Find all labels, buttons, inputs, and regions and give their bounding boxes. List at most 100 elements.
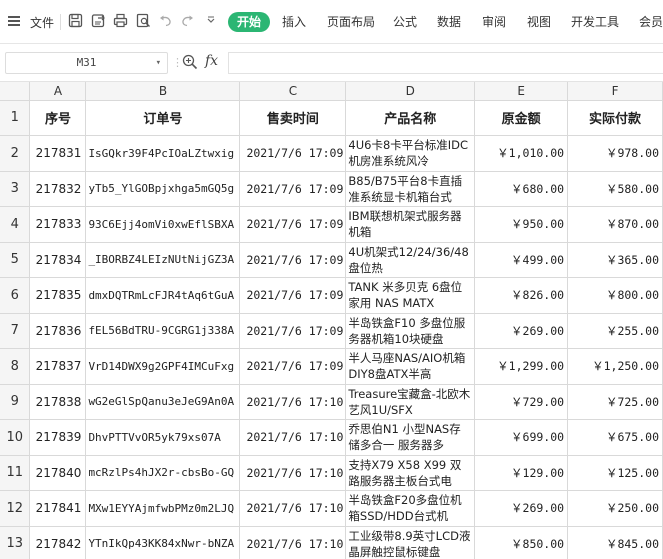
cell-index[interactable]: 217839 bbox=[29, 419, 87, 456]
cell-order-id[interactable]: mcRzlPs4hJX2r-cbsBo-GQ bbox=[85, 455, 241, 491]
cell-actual-payment[interactable]: ￥845.00 bbox=[567, 526, 663, 559]
header-cell-actual-payment[interactable]: 实际付款 bbox=[567, 100, 663, 136]
cell-product-name[interactable]: 工业级带8.9英寸LCD液晶屏触控鼠标键盘 bbox=[345, 526, 476, 559]
row-header[interactable]: 8 bbox=[0, 348, 31, 385]
header-cell-index[interactable]: 序号 bbox=[29, 100, 87, 136]
fx-icon[interactable]: fx bbox=[205, 53, 218, 69]
tab-member[interactable]: 会员专 bbox=[639, 12, 663, 32]
cell-order-id[interactable]: VrD14DWX9g2GPF4IMCuFxg bbox=[85, 348, 241, 385]
formula-input[interactable] bbox=[228, 52, 663, 74]
cell-index[interactable]: 217842 bbox=[29, 526, 87, 559]
cell-product-name[interactable]: 半人马座NAS/AIO机箱DIY8盘ATX半高 bbox=[345, 348, 476, 385]
hamburger-menu-icon[interactable] bbox=[8, 16, 20, 26]
cell-sale-time[interactable]: 2021/7/6 17:09 bbox=[239, 313, 347, 349]
cell-sale-time[interactable]: 2021/7/6 17:10 bbox=[239, 384, 347, 420]
cell-product-name[interactable]: 半岛铁盒F20多盘位机箱SSD/HDD台式机 bbox=[345, 490, 476, 527]
cell-actual-payment[interactable]: ￥675.00 bbox=[567, 419, 663, 456]
cell-actual-payment[interactable]: ￥725.00 bbox=[567, 384, 663, 420]
cell-actual-payment[interactable]: ￥250.00 bbox=[567, 490, 663, 527]
row-header[interactable]: 6 bbox=[0, 277, 31, 314]
cell-index[interactable]: 217838 bbox=[29, 384, 87, 420]
cell-original-amount[interactable]: ￥129.00 bbox=[474, 455, 569, 491]
cell-original-amount[interactable]: ￥499.00 bbox=[474, 242, 569, 278]
header-cell-original-amount[interactable]: 原金额 bbox=[474, 100, 569, 136]
cell-sale-time[interactable]: 2021/7/6 17:10 bbox=[239, 419, 347, 456]
cell-index[interactable]: 217834 bbox=[29, 242, 87, 278]
row-header[interactable]: 13 bbox=[0, 526, 31, 559]
cell-order-id[interactable]: wG2eGlSpQanu3eJeG9An0A bbox=[85, 384, 241, 420]
cell-product-name[interactable]: B85/B75平台8卡直插准系统显卡机箱台式 bbox=[345, 171, 476, 207]
cell-original-amount[interactable]: ￥1,010.00 bbox=[474, 135, 569, 172]
cell-product-name[interactable]: IBM联想机架式服务器机箱 bbox=[345, 206, 476, 243]
cell-order-id[interactable]: fEL56BdTRU-9CGRG1j338A bbox=[85, 313, 241, 349]
row-header[interactable]: 10 bbox=[0, 419, 31, 456]
header-cell-sale-time[interactable]: 售卖时间 bbox=[239, 100, 347, 136]
cell-product-name[interactable]: 半岛铁盒F10 多盘位服务器机箱10块硬盘 bbox=[345, 313, 476, 349]
cell-sale-time[interactable]: 2021/7/6 17:10 bbox=[239, 490, 347, 527]
cell-order-id[interactable]: _IBORBZ4LEIzNUtNijGZ3A bbox=[85, 242, 241, 278]
cell-original-amount[interactable]: ￥850.00 bbox=[474, 526, 569, 559]
row-header[interactable]: 5 bbox=[0, 242, 31, 278]
cell-sale-time[interactable]: 2021/7/6 17:09 bbox=[239, 242, 347, 278]
row-header[interactable]: 9 bbox=[0, 384, 31, 420]
cell-order-id[interactable]: IsGQkr39F4PcIOaLZtwxig bbox=[85, 135, 241, 172]
zoom-icon[interactable] bbox=[182, 54, 198, 70]
cell-original-amount[interactable]: ￥826.00 bbox=[474, 277, 569, 314]
column-header-e[interactable]: E bbox=[474, 82, 569, 101]
cell-index[interactable]: 217837 bbox=[29, 348, 87, 385]
cell-product-name[interactable]: 4U6卡8卡平台标准IDC机房准系统风冷 bbox=[345, 135, 476, 172]
cell-sale-time[interactable]: 2021/7/6 17:09 bbox=[239, 171, 347, 207]
cell-index[interactable]: 217841 bbox=[29, 490, 87, 527]
quick-access-dropdown-icon[interactable] bbox=[203, 13, 218, 29]
tab-data[interactable]: 数据 bbox=[437, 12, 461, 32]
column-header-a[interactable]: A bbox=[29, 82, 87, 101]
tab-developer-tools[interactable]: 开发工具 bbox=[571, 12, 619, 32]
column-header-b[interactable]: B bbox=[85, 82, 241, 101]
cell-actual-payment[interactable]: ￥978.00 bbox=[567, 135, 663, 172]
tab-formulas[interactable]: 公式 bbox=[393, 12, 417, 32]
cell-sale-time[interactable]: 2021/7/6 17:09 bbox=[239, 135, 347, 172]
cell-actual-payment[interactable]: ￥800.00 bbox=[567, 277, 663, 314]
cell-product-name[interactable]: Treasure宝藏盒-北欧木艺风1U/SFX bbox=[345, 384, 476, 420]
cell-actual-payment[interactable]: ￥870.00 bbox=[567, 206, 663, 243]
cell-sale-time[interactable]: 2021/7/6 17:10 bbox=[239, 455, 347, 491]
redo-icon[interactable] bbox=[180, 13, 195, 29]
cell-original-amount[interactable]: ￥950.00 bbox=[474, 206, 569, 243]
chevron-down-icon[interactable]: ▾ bbox=[156, 53, 161, 73]
cell-product-name[interactable]: TANK 米多贝克 6盘位 家用 NAS MATX bbox=[345, 277, 476, 314]
cell-order-id[interactable]: yTb5_YlGOBpjxhga5mGQ5g bbox=[85, 171, 241, 207]
cell-original-amount[interactable]: ￥269.00 bbox=[474, 490, 569, 527]
cell-index[interactable]: 217836 bbox=[29, 313, 87, 349]
cell-index[interactable]: 217832 bbox=[29, 171, 87, 207]
cell-product-name[interactable]: 乔思伯N1 小型NAS存储多合一 服务器多 bbox=[345, 419, 476, 456]
menu-file[interactable]: 文件 bbox=[30, 14, 54, 31]
cell-index[interactable]: 217833 bbox=[29, 206, 87, 243]
cell-actual-payment[interactable]: ￥255.00 bbox=[567, 313, 663, 349]
cell-sale-time[interactable]: 2021/7/6 17:09 bbox=[239, 348, 347, 385]
column-header-d[interactable]: D bbox=[345, 82, 476, 101]
export-icon[interactable] bbox=[91, 13, 106, 29]
cell-original-amount[interactable]: ￥1,299.00 bbox=[474, 348, 569, 385]
cell-sale-time[interactable]: 2021/7/6 17:09 bbox=[239, 277, 347, 314]
cell-index[interactable]: 217835 bbox=[29, 277, 87, 314]
cell-sale-time[interactable]: 2021/7/6 17:10 bbox=[239, 526, 347, 559]
tab-page-layout[interactable]: 页面布局 bbox=[327, 12, 375, 32]
cell-index[interactable]: 217831 bbox=[29, 135, 87, 172]
column-header-f[interactable]: F bbox=[567, 82, 663, 101]
cell-order-id[interactable]: MXw1EYYAjmfwbPMz0m2LJQ bbox=[85, 490, 241, 527]
cell-product-name[interactable]: 4U机架式12/24/36/48盘位热 bbox=[345, 242, 476, 278]
row-header[interactable]: 2 bbox=[0, 135, 31, 172]
tab-view[interactable]: 视图 bbox=[527, 12, 551, 32]
tab-review[interactable]: 审阅 bbox=[482, 12, 506, 32]
cell-original-amount[interactable]: ￥680.00 bbox=[474, 171, 569, 207]
row-header[interactable]: 11 bbox=[0, 455, 31, 491]
cell-sale-time[interactable]: 2021/7/6 17:09 bbox=[239, 206, 347, 243]
cell-original-amount[interactable]: ￥269.00 bbox=[474, 313, 569, 349]
cell-index[interactable]: 217840 bbox=[29, 455, 87, 491]
row-header[interactable]: 12 bbox=[0, 490, 31, 527]
row-header[interactable]: 7 bbox=[0, 313, 31, 349]
cell-original-amount[interactable]: ￥699.00 bbox=[474, 419, 569, 456]
row-header[interactable]: 1 bbox=[0, 100, 31, 136]
column-header-c[interactable]: C bbox=[239, 82, 347, 101]
cell-actual-payment[interactable]: ￥1,250.00 bbox=[567, 348, 663, 385]
